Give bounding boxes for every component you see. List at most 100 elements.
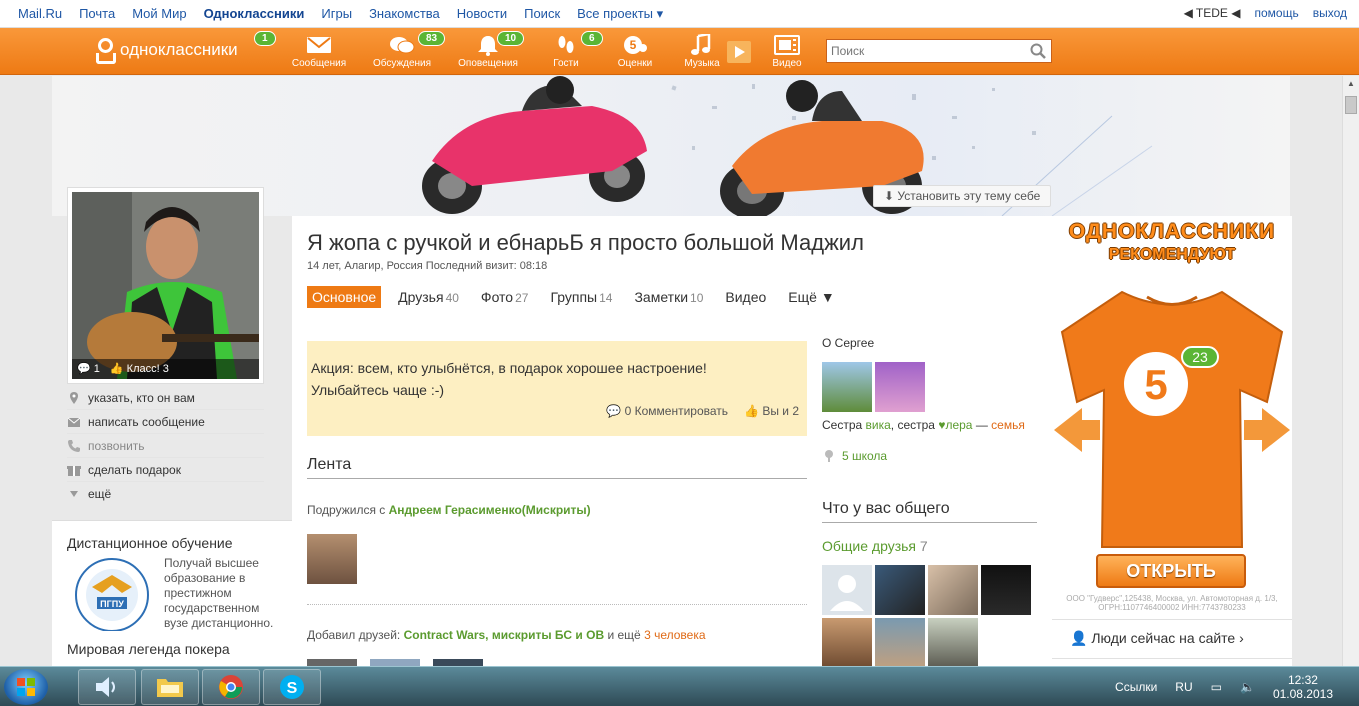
left-link-gift[interactable]: сделать подарок [67,458,264,482]
windows-taskbar: S Ссылки RU ▭ 🔈 12:32 01.08.2013 [0,666,1359,706]
nav-ratings-label: Оценки [617,58,653,69]
current-user-name[interactable]: ◀ TEDE ◀ [1184,6,1241,20]
page-scrollbar[interactable]: ▲ [1342,76,1359,666]
set-theme-button[interactable]: ⬇ Установить эту тему себе [873,185,1052,207]
notifications-badge: 10 [497,31,525,46]
common-friends-link[interactable]: Общие друзья 7 [822,538,928,554]
start-button[interactable] [4,669,48,705]
feed-friend-photo[interactable] [307,534,357,584]
svg-text:5: 5 [630,38,637,52]
profile-main: Я жопа с ручкой и ебнарьБ я просто больш… [292,216,1052,668]
logo-badge: 1 [254,31,276,46]
clock-date: 01.08.2013 [1272,687,1333,701]
help-link[interactable]: помощь [1254,6,1298,20]
tray-links-toolbar[interactable]: Ссылки [1115,680,1157,694]
portal-link-search[interactable]: Поиск [524,6,560,22]
taskbar-app-volume[interactable] [78,669,136,705]
ad-legal-text: ООО "Гудверс",125438, Москва, ул. Автомо… [1066,594,1278,612]
avatar[interactable]: 💬 1 👍 Класс! 3 [72,192,259,379]
scroll-thumb[interactable] [1345,96,1357,114]
tab-more[interactable]: Ещё ▼ [783,286,839,308]
status-like-button[interactable]: 👍 Вы и 2 [744,400,799,422]
school-link[interactable]: 5 школа [822,449,887,463]
nav-video-label: Видео [772,58,802,69]
system-tray: Ссылки RU ▭ 🔈 12:32 01.08.2013 [1115,667,1359,706]
nav-ratings[interactable]: 5 Оценки [600,34,670,69]
tab-video[interactable]: Видео [720,286,771,308]
nav-video[interactable]: Видео [752,34,822,69]
tray-volume-icon[interactable]: 🔈 [1240,680,1255,694]
logout-link[interactable]: выход [1313,6,1347,20]
tab-friends[interactable]: Друзья 40 [393,286,464,308]
ok-logo-icon [94,38,114,62]
tray-clock[interactable]: 12:32 01.08.2013 [1273,673,1333,701]
common-friend-photo[interactable] [822,565,872,615]
taskbar-app-explorer[interactable] [141,669,199,705]
tab-photos[interactable]: Фото 27 [476,286,534,308]
left-link-call[interactable]: позвонить [67,434,264,458]
feed-friend-link[interactable]: Андреем Герасименко(Мискриты) [389,503,591,517]
portal-link-dating[interactable]: Знакомства [369,6,440,22]
family-link[interactable]: семья [991,418,1025,432]
tab-notes[interactable]: Заметки 10 [629,286,708,308]
profile-tabs: Основное Друзья 40 Фото 27 Группы 14 Заметк… [307,286,852,308]
university-logo[interactable]: ПГПУ [67,557,157,632]
relative-link[interactable]: вика [866,418,891,432]
feed-added-friends-links[interactable]: Contract Wars, мискриты БС и ОВ [404,628,605,642]
portal-link-odnoklassniki[interactable]: Одноклассники [204,6,305,22]
set-theme-label: Установить эту тему себе [897,189,1041,203]
ok-recommends-ad[interactable]: ОДНОКЛАССНИКИ РЕКОМЕНДУЮТ 5 23 ОТКРЫТЬ О… [1052,216,1292,668]
promo-distance-learning[interactable]: Дистанционное обучение ПГПУ Получай высш… [52,520,292,670]
portal-link-my-world[interactable]: Мой Мир [132,6,186,22]
avatar-comments[interactable]: 💬 1 [77,362,100,376]
common-friend-photo[interactable] [981,565,1031,615]
about-title[interactable]: О Сергее [822,336,874,350]
portal-link-mailru[interactable]: Mail.Ru [18,6,62,22]
people-online-link[interactable]: 👤 Люди сейчас на сайте › [1052,619,1292,659]
nav-messages[interactable]: Сообщения [284,34,354,69]
discussions-badge: 83 [418,31,446,46]
taskbar-app-chrome[interactable] [202,669,260,705]
common-friend-photo[interactable] [928,565,978,615]
left-link-write-message[interactable]: написать сообщение [67,410,264,434]
nav-music-label: Музыка [684,58,720,69]
feed-more-link[interactable]: 3 человека [644,628,705,642]
tab-main[interactable]: Основное [307,286,382,308]
ok-logo[interactable]: одноклассники [94,38,238,62]
triangle-down-icon [70,491,78,497]
tray-network-icon[interactable]: ▭ [1211,680,1222,694]
portal-link-all-projects[interactable]: Все проекты ▾ [577,6,663,22]
tab-groups[interactable]: Группы 14 [545,286,617,308]
promo-title[interactable]: Дистанционное обучение [67,535,233,551]
common-friend-photo[interactable] [822,618,872,668]
relative-link[interactable]: ♥лера [938,418,972,432]
status-comment-button[interactable]: 💬 0 Комментировать [606,400,728,422]
portal-link-mail[interactable]: Почта [79,6,115,22]
portal-link-news[interactable]: Новости [457,6,507,22]
avatar-class[interactable]: 👍 Класс! 3 [110,362,169,376]
avatar-frame[interactable]: 💬 1 👍 Класс! 3 [67,187,264,384]
left-link-more[interactable]: ещё [67,482,264,506]
five-rating-icon: 5 [624,36,647,54]
relative-photo[interactable] [822,362,872,412]
feed-item-added-friends: Добавил друзей: Contract Wars, мискриты … [307,628,706,642]
profile-meta: 14 лет, Алагир, Россия Последний визит: … [307,260,548,272]
search-input[interactable] [827,40,1017,62]
left-link-label: ещё [88,487,112,501]
taskbar-app-skype[interactable]: S [263,669,321,705]
tray-language[interactable]: RU [1175,680,1192,694]
promo-title-poker[interactable]: Мировая легенда покера [67,641,230,657]
portal-link-games[interactable]: Игры [321,6,352,22]
common-friend-photo[interactable] [928,618,978,668]
pin-icon [70,391,78,404]
search-icon[interactable] [1030,43,1046,59]
music-play-icon[interactable] [727,41,751,63]
relative-photo[interactable] [875,362,925,412]
left-link-specify-relation[interactable]: указать, кто он вам [67,386,264,410]
chrome-icon [219,675,243,699]
common-friend-photo[interactable] [875,565,925,615]
ad-open-button[interactable]: ОТКРЫТЬ [1096,554,1246,588]
scroll-up-arrow-icon[interactable]: ▲ [1343,76,1359,92]
svg-text:ПГПУ: ПГПУ [100,599,124,609]
common-friend-photo[interactable] [875,618,925,668]
